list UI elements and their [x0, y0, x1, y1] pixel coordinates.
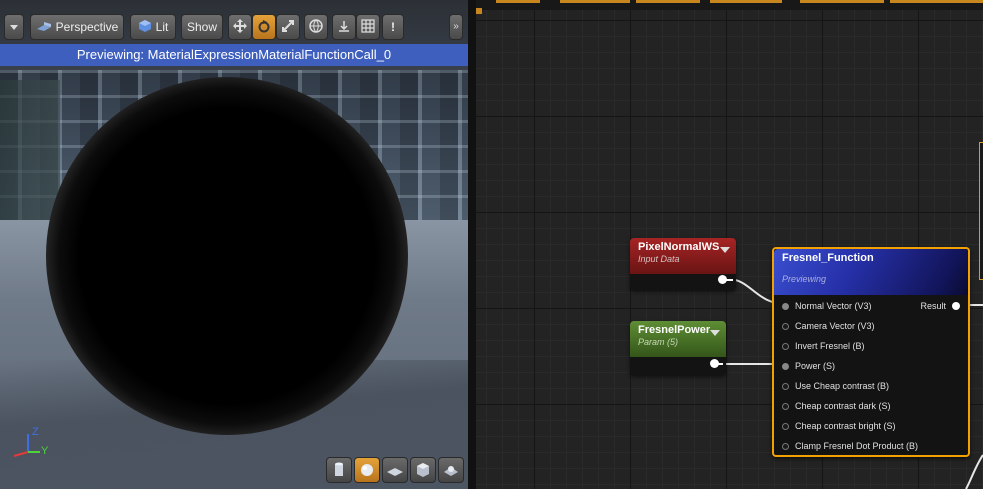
surface-snap-button[interactable]: [332, 14, 356, 40]
input-pin[interactable]: [782, 382, 789, 390]
more-options-button[interactable]: !: [382, 14, 404, 40]
collapse-arrow-icon[interactable]: [710, 330, 720, 336]
show-button[interactable]: Show: [181, 14, 223, 40]
input-pin-row[interactable]: Cheap contrast bright (S): [782, 419, 896, 433]
preview-custom-mesh-button[interactable]: [438, 457, 464, 483]
cylinder-icon: [335, 462, 343, 476]
input-pin[interactable]: [782, 362, 789, 370]
node-subtitle: Input Data: [638, 254, 680, 264]
input-pin[interactable]: [782, 402, 789, 410]
node-subtitle: Param (5): [638, 337, 679, 347]
lit-button[interactable]: Lit: [130, 14, 176, 40]
input-pin-label: Use Cheap contrast (B): [795, 381, 890, 391]
sphere-icon: [361, 464, 373, 476]
input-pin-row[interactable]: Camera Vector (V3): [782, 319, 875, 333]
input-pin[interactable]: [782, 322, 789, 330]
node-title: PixelNormalWS: [638, 241, 720, 253]
material-preview-viewport[interactable]: Perspective Lit Show ! » Previewing: Mat…: [0, 0, 470, 489]
world-local-icon: [308, 18, 324, 36]
preview-plane-button[interactable]: [382, 457, 408, 483]
rotate-mode-button[interactable]: [252, 14, 276, 40]
input-pin-label: Camera Vector (V3): [795, 321, 875, 331]
input-pin-row[interactable]: Invert Fresnel (B): [782, 339, 865, 353]
result-output[interactable]: Result: [920, 299, 960, 313]
node-subtitle: Previewing: [782, 274, 827, 284]
show-label: Show: [186, 20, 218, 34]
input-pin-row[interactable]: Power (S): [782, 359, 835, 373]
input-pin[interactable]: [782, 442, 789, 450]
pixel-normal-header[interactable]: PixelNormalWS Input Data: [630, 238, 736, 274]
perspective-button[interactable]: Perspective: [30, 14, 124, 40]
cube-icon: [417, 463, 429, 477]
translate-icon: [232, 18, 248, 36]
input-pin-label: Normal Vector (V3): [795, 301, 872, 311]
input-pin-row[interactable]: Use Cheap contrast (B): [782, 379, 889, 393]
viewport-toolbar: Perspective Lit Show ! »: [0, 14, 470, 42]
axis-gizmo: Z Y X: [8, 426, 52, 462]
more-options-label: !: [391, 20, 395, 34]
input-pin[interactable]: [782, 342, 789, 350]
preview-cylinder-button[interactable]: [326, 457, 352, 483]
input-pin-row[interactable]: Normal Vector (V3): [782, 299, 872, 313]
output-pin-stub: [717, 363, 723, 365]
fresnel-power-node[interactable]: FresnelPower Param (5): [630, 321, 726, 375]
pixel-normal-node[interactable]: PixelNormalWS Input Data: [630, 238, 736, 290]
result-label: Result: [920, 301, 946, 311]
plane-icon: [387, 468, 403, 476]
preview-sphere-button[interactable]: [354, 457, 380, 483]
wire-offscreen: [965, 454, 983, 489]
input-pin-label: Cheap contrast bright (S): [795, 421, 896, 431]
scale-mode-button[interactable]: [276, 14, 300, 40]
grid-snap-icon: [361, 19, 375, 35]
input-pin[interactable]: [782, 422, 789, 430]
fresnel-function-header[interactable]: Fresnel_Function Previewing: [774, 249, 968, 295]
panel-splitter[interactable]: [468, 0, 476, 489]
chevron-right-icon: »: [453, 21, 459, 32]
node-title: FresnelPower: [638, 324, 711, 336]
output-pin-stub: [725, 279, 733, 281]
lit-label: Lit: [155, 20, 169, 34]
result-output-pin[interactable]: [952, 302, 960, 310]
axis-y-label: Y: [41, 445, 49, 457]
collapse-toolbar-button[interactable]: »: [449, 14, 463, 40]
fresnel-function-node[interactable]: Fresnel_Function Previewing Normal Vecto…: [772, 247, 970, 457]
input-pin-label: Clamp Fresnel Dot Product (B): [795, 441, 919, 451]
dropdown-arrow-icon: [10, 24, 18, 30]
lit-sphere-icon: [138, 19, 152, 35]
input-pin-label: Power (S): [795, 361, 836, 371]
viewport-options-button[interactable]: [4, 14, 24, 40]
surface-snap-icon: [336, 18, 352, 36]
fresnel-power-header[interactable]: FresnelPower Param (5): [630, 321, 726, 357]
scale-icon: [281, 19, 295, 35]
preview-sphere[interactable]: [46, 77, 408, 435]
material-graph-canvas[interactable]: PixelNormalWS Input Data FresnelPower Pa…: [476, 0, 983, 489]
input-pin-row[interactable]: Cheap contrast dark (S): [782, 399, 891, 413]
preview-cube-button[interactable]: [410, 457, 436, 483]
rotate-icon: [257, 19, 271, 35]
input-pin[interactable]: [782, 302, 789, 310]
input-pin-row[interactable]: Clamp Fresnel Dot Product (B): [782, 439, 918, 453]
node-title: Fresnel_Function: [782, 252, 874, 264]
input-pin-label: Cheap contrast dark (S): [795, 401, 891, 411]
perspective-label: Perspective: [55, 20, 119, 34]
translate-mode-button[interactable]: [228, 14, 252, 40]
axis-z-label: Z: [32, 426, 39, 438]
perspective-cube-icon: [36, 20, 52, 34]
world-local-button[interactable]: [304, 14, 328, 40]
collapse-arrow-icon[interactable]: [720, 247, 730, 253]
custom-mesh-icon: [444, 466, 458, 476]
grid-snap-button[interactable]: [356, 14, 380, 40]
offscreen-node-edge[interactable]: [979, 142, 983, 280]
previewing-label: Previewing: MaterialExpressionMaterialFu…: [0, 44, 468, 66]
input-pin-label: Invert Fresnel (B): [795, 341, 865, 351]
